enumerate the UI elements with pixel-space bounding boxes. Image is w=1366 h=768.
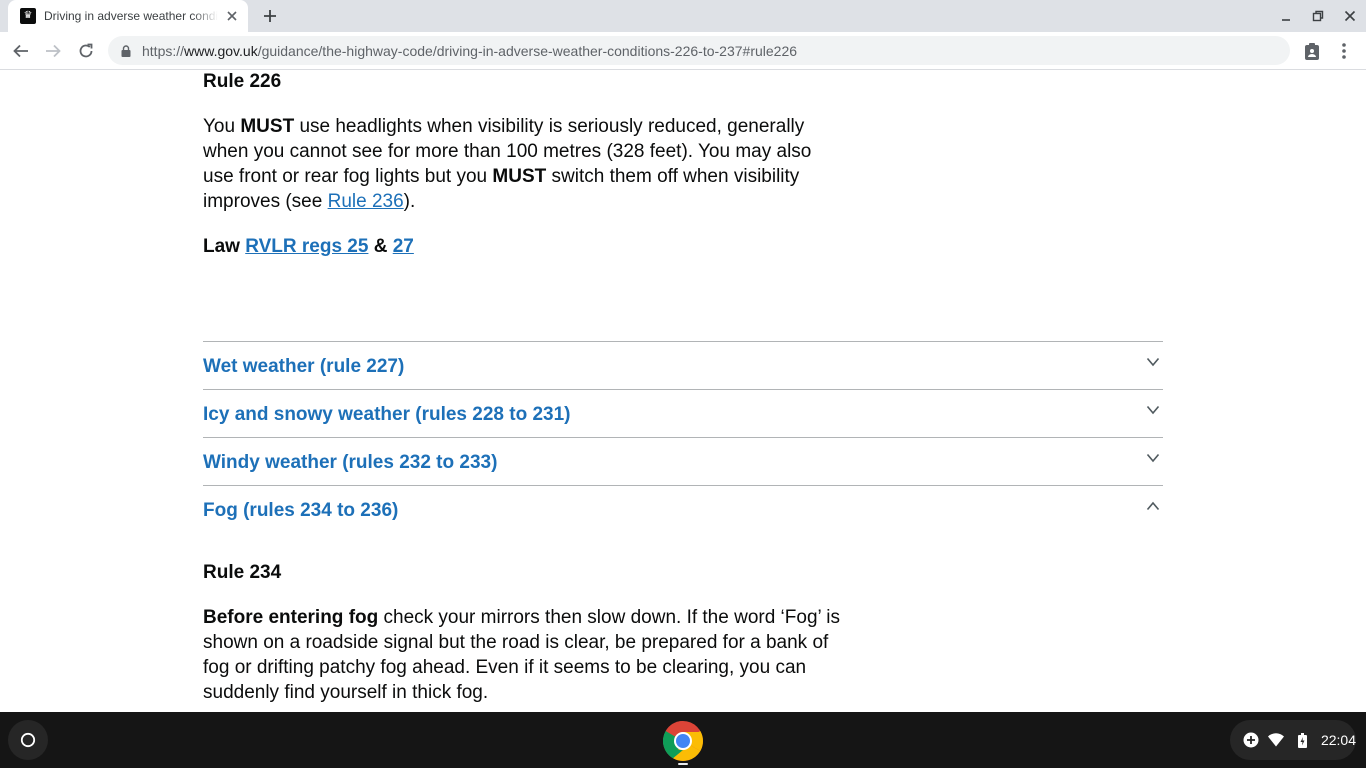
battery-icon[interactable] — [1293, 731, 1311, 749]
rule-226-heading: Rule 226 — [203, 71, 282, 92]
rvlr-regs-25-link[interactable]: RVLR regs 25 — [245, 236, 368, 257]
rule-234-text: Before entering fog check your mirrors t… — [203, 607, 841, 703]
url-text: https://www.gov.uk/guidance/the-highway-… — [142, 42, 798, 59]
rule-226-section: Rule 226 You MUST use headlights when vi… — [203, 71, 843, 259]
accordion-title[interactable]: Fog (rules 234 to 236) — [203, 498, 398, 523]
accordion-section-wet-weather[interactable]: Wet weather (rule 227) — [203, 341, 1163, 389]
close-window-icon[interactable] — [1338, 4, 1362, 28]
accordion-section-fog[interactable]: Fog (rules 234 to 236) — [203, 485, 1163, 533]
accordion-title[interactable]: Icy and snowy weather (rules 228 to 231) — [203, 402, 570, 427]
browser-toolbar: https://www.gov.uk/guidance/the-highway-… — [0, 32, 1366, 70]
regs-27-link[interactable]: 27 — [393, 236, 414, 257]
chevron-down-icon[interactable] — [1145, 402, 1161, 418]
browser-tab[interactable]: ♛ Driving in adverse weather conditions … — [8, 0, 248, 32]
tab-title: Driving in adverse weather conditions (2… — [44, 9, 218, 23]
reload-icon[interactable] — [72, 37, 100, 65]
new-tab-button[interactable] — [258, 4, 282, 28]
menu-icon[interactable] — [1330, 37, 1358, 65]
chrome-icon[interactable] — [662, 720, 704, 762]
chevron-down-icon[interactable] — [1145, 354, 1161, 370]
accordion-section-icy-snowy-weather[interactable]: Icy and snowy weather (rules 228 to 231) — [203, 389, 1163, 437]
address-bar[interactable]: https://www.gov.uk/guidance/the-highway-… — [108, 36, 1290, 65]
clock[interactable]: 22:04 — [1321, 732, 1356, 748]
restore-icon[interactable] — [1306, 4, 1330, 28]
page-content: Rule 226 You MUST use headlights when vi… — [0, 71, 1366, 712]
accordion-section-windy-weather[interactable]: Windy weather (rules 232 to 233) — [203, 437, 1163, 485]
crown-icon: ♛ — [20, 8, 36, 24]
rule-234-heading: Rule 234 — [203, 562, 282, 583]
close-tab-icon[interactable] — [224, 8, 240, 24]
chevron-down-icon[interactable] — [1145, 450, 1161, 466]
minimize-icon[interactable] — [1274, 4, 1298, 28]
clipboard-icon[interactable] — [1298, 37, 1326, 65]
wifi-icon[interactable] — [1268, 731, 1286, 749]
accordion-title[interactable]: Wet weather (rule 227) — [203, 354, 404, 379]
accordion: Wet weather (rule 227) Icy and snowy wea… — [203, 341, 1163, 533]
status-tray[interactable]: 22:04 — [1230, 720, 1356, 760]
taskbar: 22:04 — [0, 712, 1366, 768]
lock-icon[interactable] — [120, 44, 132, 58]
launcher-button[interactable] — [8, 720, 48, 760]
rule-234-section: Rule 234 Before entering fog check your … — [203, 560, 843, 705]
add-circle-icon[interactable] — [1242, 731, 1260, 749]
back-icon[interactable] — [7, 37, 35, 65]
rule-226-text: You MUST use headlights when visibility … — [203, 116, 812, 212]
accordion-title[interactable]: Windy weather (rules 232 to 233) — [203, 450, 497, 475]
tab-strip: ♛ Driving in adverse weather conditions … — [0, 0, 1366, 32]
chevron-up-icon[interactable] — [1145, 498, 1161, 514]
law-reference: Law RVLR regs 25 & 27 — [203, 236, 414, 257]
rule-236-link[interactable]: Rule 236 — [328, 191, 404, 212]
forward-icon[interactable] — [39, 37, 67, 65]
active-indicator — [678, 763, 688, 765]
